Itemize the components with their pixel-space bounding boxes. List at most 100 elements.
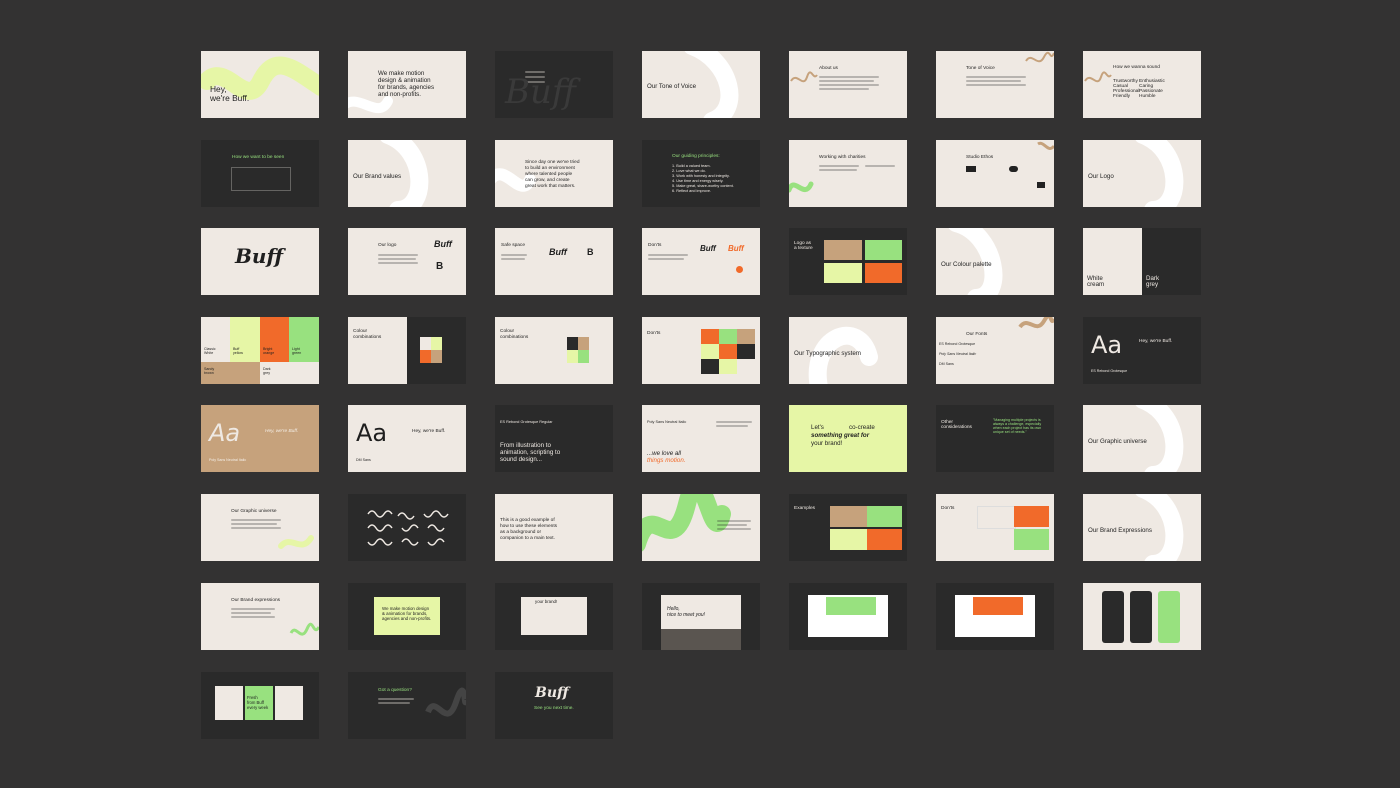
slide-thumbnail[interactable]: Our Brand values xyxy=(348,140,466,207)
buff-logo: Buff xyxy=(549,247,567,257)
squiggle-graphic xyxy=(425,687,466,717)
slide-thumbnail[interactable]: Our Brand Expressions xyxy=(1083,494,1201,561)
slide-text: 2. Love what we do. xyxy=(672,169,706,173)
type-specimen: Aa xyxy=(356,419,388,447)
slide-thumbnail[interactable]: Poly Sans Neutral Italic ...we love all … xyxy=(642,405,760,472)
text-line xyxy=(717,520,751,522)
text-line xyxy=(231,519,281,521)
slide-thumbnail[interactable]: How we want to be seen xyxy=(201,140,319,207)
combo-swatch xyxy=(737,359,755,374)
swatch-label: grey xyxy=(1146,281,1159,288)
slide-thumbnail[interactable]: Our Brand expressions xyxy=(201,583,319,650)
slide-text: 3. Work with honesty and integrity. xyxy=(672,174,730,178)
slide-thumbnail[interactable]: About us xyxy=(789,51,907,118)
slide-text: agencies and non-profits. xyxy=(382,616,432,621)
slide-thumbnail[interactable] xyxy=(642,494,760,561)
badge-logo xyxy=(966,166,976,172)
slide-thumbnail[interactable]: Let's co-create something great for your… xyxy=(789,405,907,472)
slide-thumbnail[interactable]: Buff xyxy=(201,228,319,295)
slide-title: Our Tone of Voice xyxy=(647,83,697,90)
slide-thumbnail[interactable]: How we wanna sound Trustworthy Casual Pr… xyxy=(1083,51,1201,118)
slide-thumbnail[interactable]: Classic White Buff yellow Bright orange … xyxy=(201,317,319,384)
slide-thumbnail[interactable]: Our Colour palette xyxy=(936,228,1054,295)
slide-thumbnail[interactable] xyxy=(1083,583,1201,650)
font-name: Poly Sans Neutral Italic xyxy=(209,458,247,462)
slide-thumbnail[interactable]: Don'ts Buff Buff xyxy=(642,228,760,295)
slide-text: 4. Use time and energy wisely. xyxy=(672,179,724,183)
slide-thumbnail[interactable]: Our Tone of Voice xyxy=(642,51,760,118)
slide-thumbnail[interactable]: Colour combinations xyxy=(495,317,613,384)
slide-thumbnail[interactable]: Fresh from Buff every week xyxy=(201,672,319,739)
slide-thumbnail[interactable]: Hello, nice to meet you! xyxy=(642,583,760,650)
slide-text: Hey, we're Buff. xyxy=(412,429,446,434)
slide-title: Colour xyxy=(353,329,368,334)
slide-thumbnail[interactable]: Logo as a texture xyxy=(789,228,907,295)
type-specimen: Aa xyxy=(209,419,241,447)
combo-swatch xyxy=(701,329,719,344)
slide-thumbnail[interactable]: We make motion design & animation for br… xyxy=(348,583,466,650)
text-line xyxy=(231,612,271,614)
combo-swatch xyxy=(420,350,431,363)
slide-thumbnail[interactable]: We make motion design & animation for br… xyxy=(348,51,466,118)
slide-text: how to use these elements xyxy=(500,524,558,529)
slide-text: Hey, we're Buff. xyxy=(265,429,299,434)
slide-thumbnail[interactable]: Don'ts xyxy=(642,317,760,384)
swatch-label: brown xyxy=(204,371,214,375)
slide-thumbnail[interactable] xyxy=(936,583,1054,650)
slide-thumbnail[interactable]: Our logo Buff B xyxy=(348,228,466,295)
buff-monogram: B xyxy=(436,261,444,272)
squiggle-graphic xyxy=(1037,141,1054,150)
slide-thumbnail[interactable]: Don'ts xyxy=(936,494,1054,561)
slide-thumbnail[interactable]: Aa Hey, we're Buff. Poly Sans Neutral It… xyxy=(201,405,319,472)
slide-thumbnail[interactable]: Studio Ethos xyxy=(936,140,1054,207)
slide-thumbnail[interactable]: your brand! xyxy=(495,583,613,650)
slide-title: Studio Ethos xyxy=(966,155,994,160)
slide-thumbnail[interactable]: Aa Hey, we're Buff. DM Sans xyxy=(348,405,466,472)
slide-text: something great for xyxy=(811,432,870,439)
slide-thumbnail[interactable]: Our guiding principles: 1. Build a value… xyxy=(642,140,760,207)
slide-thumbnail[interactable]: This is a good example of how to use the… xyxy=(495,494,613,561)
slide-text: co-create xyxy=(849,424,875,431)
example-image xyxy=(1014,506,1049,527)
slide-thumbnail[interactable]: Since day one we've tried to build an en… xyxy=(495,140,613,207)
slide-thumbnail[interactable]: Our Logo xyxy=(1083,140,1201,207)
slide-text: 1. Build a valued team. xyxy=(672,164,711,168)
slide-thumbnail[interactable]: Safe space Buff B xyxy=(495,228,613,295)
slide-thumbnail[interactable]: Tone of Voice xyxy=(936,51,1054,118)
buff-logo-wrong: Buff xyxy=(728,244,744,253)
slide-thumbnail[interactable]: Got a question? xyxy=(348,672,466,739)
example-image xyxy=(867,529,902,550)
buff-monogram: B xyxy=(587,247,594,257)
slide-title: Our Logo xyxy=(1088,173,1114,180)
slide-thumbnail[interactable]: White cream Dark grey xyxy=(1083,228,1201,295)
slide-thumbnail[interactable]: Working with charities xyxy=(789,140,907,207)
slide-thumbnail[interactable]: ES Rebond Grotesque Regular From illustr… xyxy=(495,405,613,472)
slide-thumbnail[interactable] xyxy=(348,494,466,561)
slide-thumbnail[interactable]: Colour combinations xyxy=(348,317,466,384)
slide-title: Our Graphic universe xyxy=(1088,438,1147,445)
slide-text: sound design... xyxy=(500,456,542,463)
slide-thumbnail[interactable]: Our Typographic system xyxy=(789,317,907,384)
swatch-label: grey xyxy=(263,371,270,375)
banner-image xyxy=(973,597,1023,615)
slide-thumbnail[interactable]: Our Fonts ES Rebond Grotesque Poly Sans … xyxy=(936,317,1054,384)
slide-title: Our guiding principles: xyxy=(672,154,720,159)
banner-image xyxy=(826,597,876,615)
combo-swatch xyxy=(431,350,442,363)
slide-thumbnail[interactable]: Our Graphic universe xyxy=(201,494,319,561)
slide-thumbnail[interactable]: Hey, we're Buff. xyxy=(201,51,319,118)
monogram-wrong xyxy=(736,266,743,273)
slide-thumbnail[interactable]: Other considerations "Managing multiple … xyxy=(936,405,1054,472)
slide-thumbnail[interactable] xyxy=(789,583,907,650)
example-image xyxy=(1014,529,1049,550)
example-image xyxy=(977,529,1014,550)
text-line xyxy=(966,80,1021,82)
slide-thumbnail[interactable]: Examples xyxy=(789,494,907,561)
slide-text: Since day one we've tried xyxy=(525,160,580,165)
combo-swatch xyxy=(701,359,719,374)
slide-thumbnail[interactable]: Aa Hey, we're Buff. ES Rebond Grotesque xyxy=(1083,317,1201,384)
slide-thumbnail[interactable]: Buff See you next time. xyxy=(495,672,613,739)
slide-thumbnail[interactable]: Buff xyxy=(495,51,613,118)
slide-thumbnail[interactable]: Our Graphic universe xyxy=(1083,405,1201,472)
photo-card xyxy=(215,686,243,720)
